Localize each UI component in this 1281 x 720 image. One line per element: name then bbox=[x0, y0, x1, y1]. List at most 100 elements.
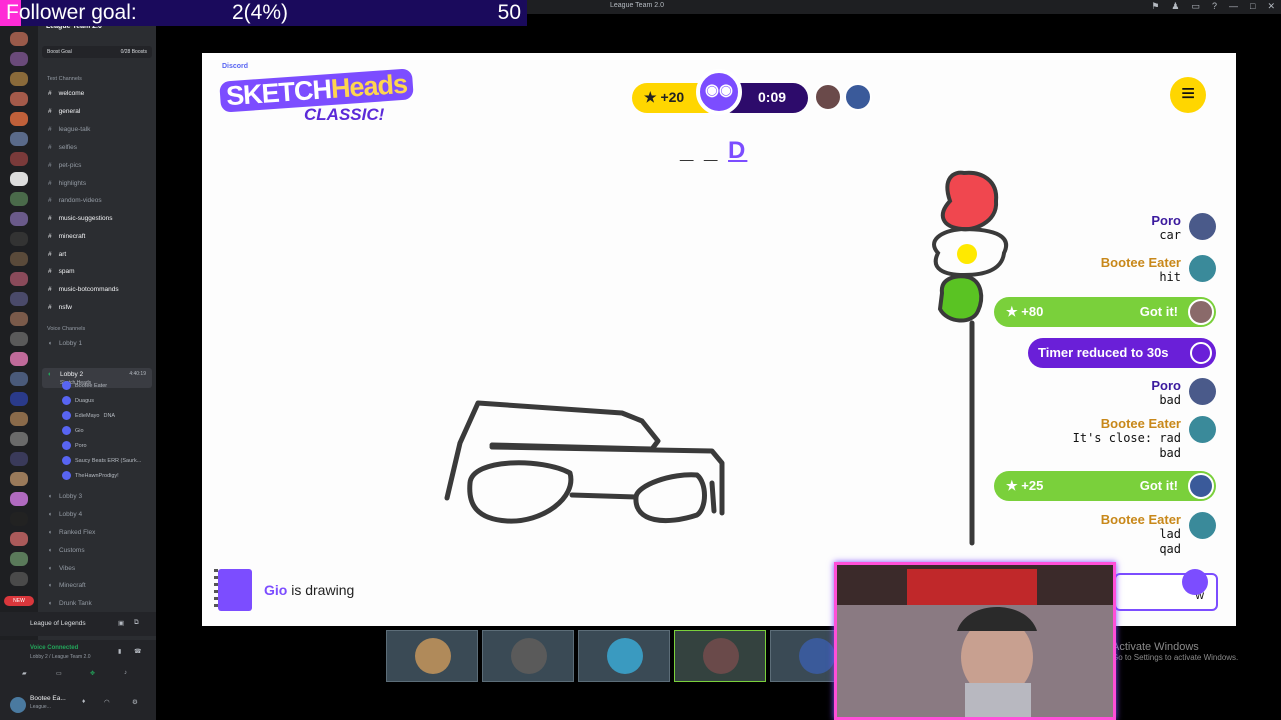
channel-label: Lobby 4 bbox=[58, 511, 83, 518]
channel-item[interactable]: # selfies bbox=[48, 144, 77, 151]
server-icon[interactable] bbox=[10, 112, 28, 126]
server-icon[interactable] bbox=[10, 192, 28, 206]
gear-icon[interactable]: ⚙ bbox=[132, 698, 138, 706]
voice-channel-item[interactable]: ◖ Drunk Tank bbox=[48, 600, 92, 607]
channel-item[interactable]: # pet-pics bbox=[48, 162, 81, 169]
voice-channel-item[interactable]: ◖ Lobby 3 bbox=[48, 493, 82, 500]
headset-icon[interactable]: ◠ bbox=[104, 698, 110, 706]
invite-icon[interactable]: ⧉ bbox=[134, 619, 139, 627]
guess-input[interactable]: w bbox=[1114, 569, 1218, 611]
voice-user[interactable]: Duagus bbox=[62, 396, 94, 405]
channel-item[interactable]: # music-botcommands bbox=[48, 286, 119, 293]
channel-item[interactable]: # general bbox=[48, 108, 80, 115]
server-icon[interactable] bbox=[10, 72, 28, 86]
server-icon[interactable] bbox=[10, 552, 28, 566]
channel-item[interactable]: # spam bbox=[48, 268, 75, 275]
server-icon[interactable] bbox=[10, 452, 28, 466]
channel-label: Drunk Tank bbox=[58, 600, 92, 607]
voice-user[interactable]: Bootee Eater bbox=[62, 381, 107, 390]
channel-item[interactable]: # random-videos bbox=[48, 197, 102, 204]
time-value: 0:09 bbox=[758, 89, 787, 105]
hash-icon: # bbox=[48, 162, 52, 169]
got-it-label: Got it! bbox=[1139, 478, 1178, 493]
server-icon[interactable] bbox=[10, 512, 28, 526]
hamburger-menu-icon[interactable]: ≡ bbox=[1170, 77, 1206, 113]
send-icon[interactable] bbox=[1182, 569, 1208, 595]
activity-panel[interactable]: League of Legends ▣ ⧉ bbox=[0, 612, 156, 636]
round-timer: ★ +20 0:09 ◉◉ bbox=[632, 69, 808, 115]
server-icon[interactable] bbox=[10, 172, 28, 186]
soundboard-icon[interactable]: ♪ bbox=[124, 670, 127, 676]
voice-channel-item[interactable]: ◖ Minecraft bbox=[48, 582, 86, 589]
channel-item[interactable]: # music-suggestions bbox=[48, 215, 112, 222]
player-card[interactable] bbox=[386, 630, 478, 682]
server-icon[interactable] bbox=[10, 432, 28, 446]
voice-channels-category[interactable]: Voice Channels bbox=[47, 326, 85, 332]
player-card[interactable] bbox=[482, 630, 574, 682]
voice-channel-item[interactable]: ◖ Vibes bbox=[48, 565, 75, 572]
server-icon[interactable] bbox=[10, 332, 28, 346]
channel-item[interactable]: # minecraft bbox=[48, 233, 85, 240]
voice-user[interactable]: EdieMayo DNA bbox=[62, 411, 115, 420]
player-card[interactable] bbox=[674, 630, 766, 682]
server-icon[interactable] bbox=[10, 92, 28, 106]
help-icon[interactable]: ? bbox=[1212, 1, 1217, 12]
server-icon[interactable] bbox=[10, 372, 28, 386]
channel-item[interactable]: # welcome bbox=[48, 90, 84, 97]
voice-user[interactable]: Saucy Beats ERR (Saurk... bbox=[62, 456, 141, 465]
activity-icon[interactable]: ✥ bbox=[90, 670, 95, 677]
server-icon[interactable] bbox=[10, 272, 28, 286]
server-icon[interactable] bbox=[10, 252, 28, 266]
channel-item[interactable]: # highlights bbox=[48, 180, 86, 187]
disconnect-icon[interactable]: ☎ bbox=[134, 648, 141, 655]
maximize-icon[interactable]: □ bbox=[1250, 1, 1255, 12]
voice-user[interactable]: TheHawnProdigy! bbox=[62, 471, 119, 480]
inbox-icon[interactable]: ▭ bbox=[1191, 1, 1200, 12]
voice-channel-item[interactable]: ◖ Customs bbox=[48, 547, 85, 554]
speaker-icon: ◖ bbox=[48, 600, 52, 607]
server-icon[interactable] bbox=[10, 312, 28, 326]
minimize-icon[interactable]: — bbox=[1229, 1, 1238, 12]
boost-goal[interactable]: Boost Goal 0/28 Boosts bbox=[42, 46, 152, 58]
server-icon[interactable] bbox=[10, 152, 28, 166]
voice-channel-item[interactable]: ◖ Lobby 4 bbox=[48, 511, 82, 518]
server-icon[interactable] bbox=[10, 232, 28, 246]
pin-icon[interactable]: ⚑ bbox=[1151, 1, 1159, 12]
server-icon[interactable] bbox=[10, 292, 28, 306]
server-icon[interactable] bbox=[10, 412, 28, 426]
avatar[interactable] bbox=[10, 697, 26, 713]
green-light-shape bbox=[937, 274, 984, 323]
new-badge: NEW bbox=[4, 596, 34, 606]
channel-item[interactable]: # art bbox=[48, 251, 66, 258]
server-icon[interactable] bbox=[10, 392, 28, 406]
voice-user[interactable]: Gio bbox=[62, 426, 84, 435]
channel-item[interactable]: # nsfw bbox=[48, 304, 72, 311]
logo-classic: CLASSIC! bbox=[304, 105, 385, 124]
close-icon[interactable]: ✕ bbox=[1267, 1, 1275, 12]
camera-icon[interactable]: ▰ bbox=[22, 670, 27, 677]
chat-message-text: Bootee Eater It's close: rad bad bbox=[1073, 416, 1181, 461]
share-screen-icon[interactable]: ▭ bbox=[56, 670, 62, 677]
voice-channel-lobby-1[interactable]: ◖ Lobby 1 bbox=[48, 340, 82, 347]
server-icon[interactable] bbox=[10, 352, 28, 366]
server-icon[interactable] bbox=[10, 472, 28, 486]
channel-item[interactable]: # league-talk bbox=[48, 126, 90, 133]
noise-icon[interactable]: ▮ bbox=[118, 648, 121, 655]
voice-channel-item[interactable]: ◖ Ranked Flex bbox=[48, 529, 95, 536]
server-icon[interactable] bbox=[10, 532, 28, 546]
avatar bbox=[1189, 255, 1216, 282]
screen-icon[interactable]: ▣ bbox=[118, 619, 124, 627]
channel-label: nsfw bbox=[58, 304, 72, 311]
server-icon[interactable] bbox=[10, 32, 28, 46]
server-icon[interactable] bbox=[10, 212, 28, 226]
mic-icon[interactable]: ♦ bbox=[82, 698, 85, 705]
text-channels-category[interactable]: Text Channels bbox=[47, 76, 82, 82]
voice-user[interactable]: Poro bbox=[62, 441, 87, 450]
player-card[interactable] bbox=[578, 630, 670, 682]
server-icon[interactable] bbox=[10, 492, 28, 506]
server-icon[interactable] bbox=[10, 132, 28, 146]
server-icon[interactable] bbox=[10, 52, 28, 66]
server-icon[interactable] bbox=[10, 572, 28, 586]
people-icon[interactable]: ♟ bbox=[1171, 1, 1179, 12]
chat-line: bad bbox=[1159, 446, 1181, 460]
